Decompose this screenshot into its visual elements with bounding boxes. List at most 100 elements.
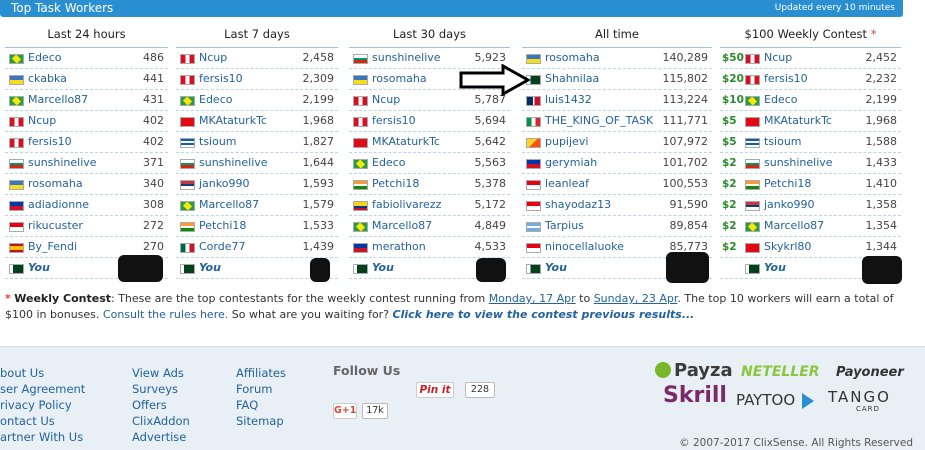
leaderboard-row[interactable]: merathon 4,533	[349, 237, 510, 258]
leaderboard-row[interactable]: Petchi18 5,378	[349, 174, 510, 195]
worker-name[interactable]: Edeco	[372, 153, 405, 173]
footer-link-contact[interactable]: ontact Us	[0, 413, 85, 429]
worker-name[interactable]: sunshinelive	[199, 153, 268, 173]
leaderboard-row[interactable]: MKAtaturkTc 1,968	[176, 111, 338, 132]
footer-link-about[interactable]: bout Us	[0, 365, 85, 381]
worker-name[interactable]: fersis10	[372, 111, 416, 131]
worker-name[interactable]: Corde77	[199, 237, 246, 257]
leaderboard-row[interactable]: Edeco 2,199	[176, 90, 338, 111]
footer-link-view-ads[interactable]: View Ads	[132, 365, 190, 381]
worker-name[interactable]: Shahnilaa	[545, 69, 599, 89]
worker-name[interactable]: MKAtaturkTc	[372, 132, 440, 152]
leaderboard-row[interactable]: THE_KING_OF_TASK 111,771	[522, 111, 712, 132]
worker-name[interactable]: Petchi18	[199, 216, 246, 236]
leaderboard-row[interactable]: $2 Marcello87 1,354	[720, 216, 901, 237]
leaderboard-row[interactable]: Marcello87 1,579	[176, 195, 338, 216]
footer-link-user-agreement[interactable]: ser Agreement	[0, 381, 85, 397]
leaderboard-row[interactable]: $2 Skykrl80 1,344	[720, 237, 901, 258]
leaderboard-row[interactable]: MKAtaturkTc 5,642	[349, 132, 510, 153]
previous-results-link[interactable]: Click here to view the contest previous …	[393, 308, 695, 321]
leaderboard-row[interactable]: Corde77 1,439	[176, 237, 338, 258]
leaderboard-row[interactable]: $5 tsioum 1,588	[720, 132, 901, 153]
worker-name[interactable]: rosomaha	[545, 48, 600, 68]
worker-name[interactable]: Edeco	[764, 90, 797, 110]
worker-name[interactable]: sunshinelive	[764, 153, 833, 173]
worker-name[interactable]: Ncup	[28, 111, 56, 131]
leaderboard-row[interactable]: rosomaha 340	[5, 174, 168, 195]
leaderboard-row[interactable]: $2 Petchi18 1,410	[720, 174, 901, 195]
worker-name[interactable]: fersis10	[199, 69, 243, 89]
worker-name[interactable]: By_Fendi	[28, 237, 77, 257]
worker-name[interactable]: fersis10	[764, 69, 808, 89]
worker-name[interactable]: Marcello87	[199, 195, 259, 215]
worker-name[interactable]: Edeco	[199, 90, 232, 110]
footer-link-privacy[interactable]: rivacy Policy	[0, 397, 85, 413]
worker-name[interactable]: gerymiah	[545, 153, 597, 173]
worker-name[interactable]: MKAtaturkTc	[764, 111, 832, 131]
worker-name[interactable]: Marcello87	[28, 90, 88, 110]
worker-name[interactable]: pupijevi	[545, 132, 588, 152]
leaderboard-row[interactable]: $10 Edeco 2,199	[720, 90, 901, 111]
leaderboard-row[interactable]: sunshinelive 1,644	[176, 153, 338, 174]
leaderboard-row[interactable]: gerymiah 101,702	[522, 153, 712, 174]
footer-link-forum[interactable]: Forum	[236, 381, 286, 397]
pinterest-button[interactable]: Pin it	[416, 382, 454, 398]
worker-name[interactable]: fersis10	[28, 132, 72, 152]
leaderboard-row[interactable]: pupijevi 107,972	[522, 132, 712, 153]
worker-name[interactable]: Petchi18	[372, 174, 419, 194]
google-plus-button[interactable]: G+1	[333, 403, 357, 419]
leaderboard-row[interactable]: adiadionne 308	[5, 195, 168, 216]
leaderboard-row[interactable]: leanleaf 100,553	[522, 174, 712, 195]
leaderboard-row[interactable]: ckabka 441	[5, 69, 168, 90]
worker-name[interactable]: Ncup	[764, 48, 792, 68]
worker-name[interactable]: tsioum	[199, 132, 237, 152]
leaderboard-row[interactable]: Petchi18 1,533	[176, 216, 338, 237]
footer-link-faq[interactable]: FAQ	[236, 397, 286, 413]
rules-link[interactable]: Consult the rules here.	[103, 308, 228, 321]
worker-name[interactable]: Marcello87	[764, 216, 824, 236]
worker-name[interactable]: Ncup	[199, 48, 227, 68]
leaderboard-row[interactable]: Tarpius 89,854	[522, 216, 712, 237]
leaderboard-row[interactable]: fersis10 5,694	[349, 111, 510, 132]
worker-name[interactable]: Petchi18	[764, 174, 811, 194]
leaderboard-row[interactable]: rikucuster 272	[5, 216, 168, 237]
leaderboard-row[interactable]: Marcello87 431	[5, 90, 168, 111]
worker-name[interactable]: ninocellaluoke	[545, 237, 624, 257]
worker-name[interactable]: Ncup	[372, 90, 400, 110]
worker-name[interactable]: shayodaz13	[545, 195, 611, 215]
worker-name[interactable]: leanleaf	[545, 174, 589, 194]
leaderboard-row[interactable]: luis1432 113,224	[522, 90, 712, 111]
footer-link-sitemap[interactable]: Sitemap	[236, 413, 286, 429]
worker-name[interactable]: rikucuster	[28, 216, 83, 236]
leaderboard-row[interactable]: sunshinelive 371	[5, 153, 168, 174]
footer-link-advertise[interactable]: Advertise	[132, 429, 190, 445]
worker-name[interactable]: Skykrl80	[764, 237, 811, 257]
leaderboard-row[interactable]: $2 janko990 1,358	[720, 195, 901, 216]
worker-name[interactable]: tsioum	[764, 132, 802, 152]
leaderboard-row[interactable]: fersis10 402	[5, 132, 168, 153]
leaderboard-row[interactable]: $20 fersis10 2,232	[720, 69, 901, 90]
leaderboard-row[interactable]: tsioum 1,827	[176, 132, 338, 153]
worker-name[interactable]: sunshinelive	[372, 48, 441, 68]
worker-name[interactable]: Tarpius	[545, 216, 584, 236]
worker-name[interactable]: janko990	[764, 195, 814, 215]
leaderboard-row[interactable]: janko990 1,593	[176, 174, 338, 195]
footer-link-affiliates[interactable]: Affiliates	[236, 365, 286, 381]
leaderboard-row[interactable]: fersis10 2,309	[176, 69, 338, 90]
worker-name[interactable]: fabiolivarezz	[372, 195, 441, 215]
footer-link-clixaddon[interactable]: ClixAddon	[132, 413, 190, 429]
worker-name[interactable]: merathon	[372, 237, 426, 257]
worker-name[interactable]: MKAtaturkTc	[199, 111, 267, 131]
leaderboard-row[interactable]: $2 sunshinelive 1,433	[720, 153, 901, 174]
leaderboard-row[interactable]: Marcello87 4,849	[349, 216, 510, 237]
leaderboard-row[interactable]: Ncup 2,458	[176, 48, 338, 69]
worker-name[interactable]: janko990	[199, 174, 249, 194]
worker-name[interactable]: adiadionne	[28, 195, 89, 215]
leaderboard-row[interactable]: shayodaz13 91,590	[522, 195, 712, 216]
leaderboard-row[interactable]: Edeco 5,563	[349, 153, 510, 174]
leaderboard-row[interactable]: $50 Ncup 2,452	[720, 48, 901, 69]
worker-name[interactable]: ckabka	[28, 69, 67, 89]
leaderboard-row[interactable]: $5 MKAtaturkTc 1,968	[720, 111, 901, 132]
worker-name[interactable]: sunshinelive	[28, 153, 97, 173]
worker-name[interactable]: Marcello87	[372, 216, 432, 236]
